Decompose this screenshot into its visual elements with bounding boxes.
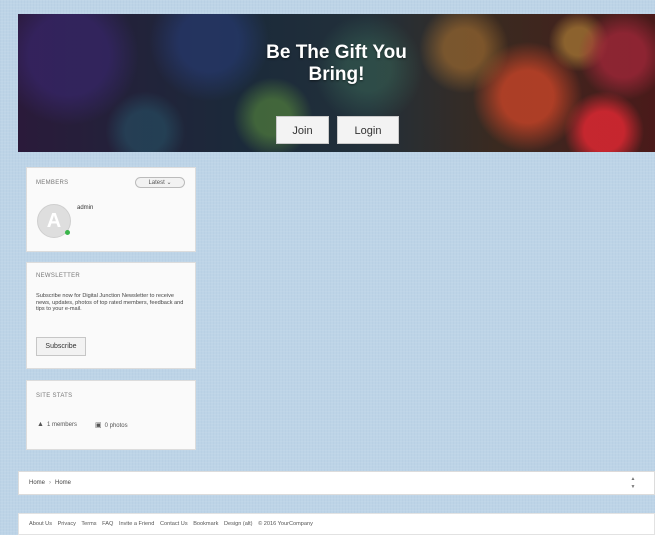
members-widget-title: MEMBERS	[36, 180, 69, 186]
join-button[interactable]: Join	[276, 116, 329, 144]
hero-title: Be The Gift You Bring!	[18, 42, 655, 86]
breadcrumb-separator: ›	[49, 480, 52, 486]
hero-title-line2: Bring!	[308, 64, 365, 85]
members-stat[interactable]: ▲ 1 members	[37, 421, 77, 428]
site-stats-widget: SITE STATS ▲ 1 members ▣ 0 photos	[26, 380, 196, 450]
footer-links: About Us Privacy Terms FAQ Invite a Frie…	[29, 521, 317, 527]
members-filter-select[interactable]: Latest ⌄	[135, 177, 185, 188]
footer-link-faq[interactable]: FAQ	[102, 521, 113, 527]
newsletter-widget-title: NEWSLETTER	[36, 273, 81, 279]
online-status-icon	[65, 230, 70, 235]
footer: About Us Privacy Terms FAQ Invite a Frie…	[18, 513, 655, 535]
login-button[interactable]: Login	[337, 116, 399, 144]
footer-link-design[interactable]: Design (alt)	[224, 521, 253, 527]
members-stat-label: 1 members	[46, 422, 77, 428]
breadcrumb-trail: Home › Home	[29, 480, 71, 486]
footer-link-terms[interactable]: Terms	[81, 521, 96, 527]
footer-link-contact[interactable]: Contact Us	[160, 521, 188, 527]
hero-banner: Be The Gift You Bring! Join Login	[18, 14, 655, 152]
members-filter-label: Latest	[148, 180, 165, 186]
site-stats-title: SITE STATS	[36, 393, 73, 399]
members-widget: MEMBERS Latest ⌄ A admin	[26, 167, 196, 252]
scroll-arrows-icon[interactable]: ▲ ▼	[630, 475, 636, 491]
newsletter-widget: NEWSLETTER Subscribe now for Digital Jun…	[26, 262, 196, 369]
footer-link-bookmark[interactable]: Bookmark	[193, 521, 218, 527]
photos-stat-label: 0 photos	[104, 423, 128, 429]
chevron-down-icon: ⌄	[166, 180, 172, 186]
photo-icon: ▣	[95, 422, 102, 429]
user-icon: ▲	[37, 421, 44, 428]
footer-copyright: © 2016 YourCompany	[258, 521, 313, 527]
footer-link-about[interactable]: About Us	[29, 521, 52, 527]
member-name-link[interactable]: admin	[77, 205, 93, 211]
hero-title-line1: Be The Gift You	[266, 42, 407, 63]
breadcrumb-item-home[interactable]: Home	[29, 480, 45, 486]
newsletter-description: Subscribe now for Digital Junction Newsl…	[36, 293, 184, 312]
breadcrumb: Home › Home ▲ ▼	[18, 471, 655, 495]
subscribe-button[interactable]: Subscribe	[36, 337, 86, 356]
footer-link-invite[interactable]: Invite a Friend	[119, 521, 154, 527]
breadcrumb-item-current: Home	[55, 480, 72, 486]
footer-link-privacy[interactable]: Privacy	[58, 521, 76, 527]
photos-stat[interactable]: ▣ 0 photos	[95, 421, 128, 429]
